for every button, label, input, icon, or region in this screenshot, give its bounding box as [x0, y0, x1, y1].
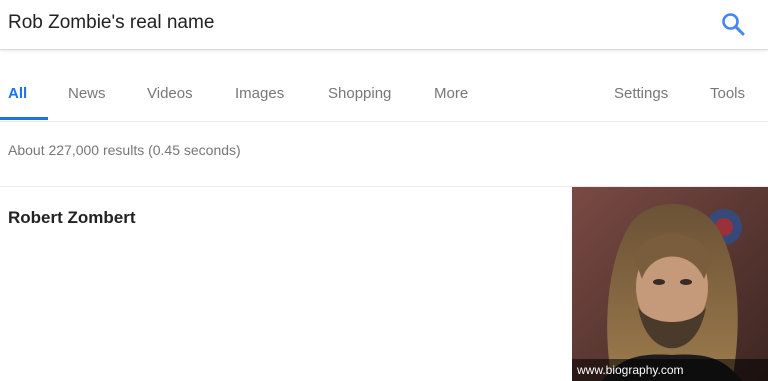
active-tab-indicator: [0, 117, 48, 120]
tab-news[interactable]: News: [68, 85, 106, 122]
answer-image[interactable]: www.biography.com: [572, 187, 768, 381]
tab-more[interactable]: More: [434, 85, 468, 122]
tab-settings[interactable]: Settings: [614, 85, 668, 122]
search-input[interactable]: Rob Zombie's real name: [8, 12, 214, 34]
tab-images[interactable]: Images: [235, 85, 284, 122]
image-source-caption[interactable]: www.biography.com: [572, 359, 768, 381]
search-tabs: All News Videos Images Shopping More Set…: [0, 70, 768, 122]
search-bar: Rob Zombie's real name: [0, 0, 768, 50]
answer-title: Robert Zombert: [8, 208, 136, 227]
search-icon[interactable]: [720, 11, 746, 37]
result-stats: About 227,000 results (0.45 seconds): [8, 142, 241, 158]
tab-shopping[interactable]: Shopping: [328, 85, 391, 122]
tab-tools[interactable]: Tools: [710, 85, 745, 122]
tab-videos[interactable]: Videos: [147, 85, 193, 122]
